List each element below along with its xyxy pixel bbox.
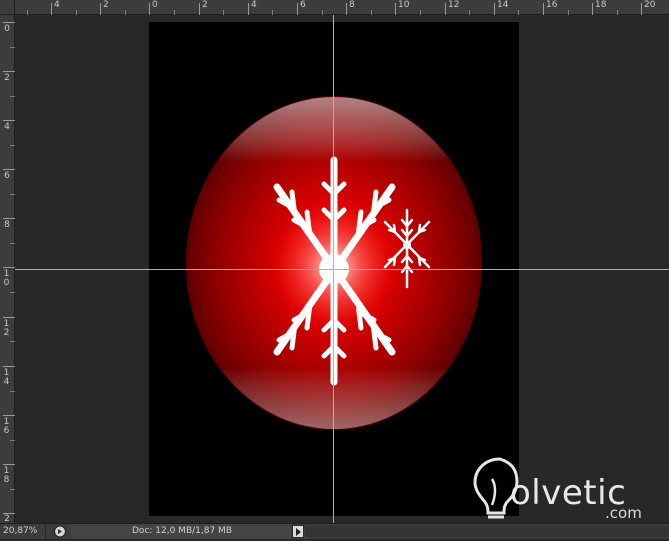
document-info: Doc: 12,0 MB/1,87 MB <box>71 524 291 539</box>
ruler-label: 4 <box>251 0 257 10</box>
zoom-level-field[interactable]: 20,87% <box>0 524 46 539</box>
vertical-ruler[interactable]: 0 2 4 6 8 10 12 14 16 18 2 <box>0 15 15 524</box>
ruler-label: 8 <box>349 0 355 10</box>
ruler-label: 14 <box>497 0 509 10</box>
ruler-label: 2 <box>202 0 208 10</box>
ruler-label: 12 <box>448 0 460 10</box>
ruler-label: 10 <box>398 0 410 10</box>
ruler-label: 6 <box>300 0 306 10</box>
ruler-label: 16 <box>3 417 10 436</box>
share-icon <box>54 525 66 538</box>
watermark-domain: .com <box>605 504 642 522</box>
canvas-workspace[interactable] <box>15 15 669 523</box>
status-bar: 20,87% Doc: 12,0 MB/1,87 MB <box>0 523 669 539</box>
ruler-label: 0 <box>152 0 158 10</box>
status-menu-button[interactable] <box>292 525 304 538</box>
ruler-label: 2 <box>103 0 109 10</box>
horizontal-guide[interactable] <box>15 269 669 270</box>
ruler-label: 4 <box>4 122 10 132</box>
ruler-origin[interactable] <box>0 0 15 15</box>
share-button[interactable] <box>53 525 67 538</box>
ruler-label: 14 <box>3 368 10 387</box>
ruler-label: 12 <box>3 319 10 338</box>
ruler-label: 0 <box>4 24 10 34</box>
ruler-label: 10 <box>3 269 10 288</box>
ruler-label: 20 <box>644 0 656 10</box>
ruler-label: 18 <box>595 0 607 10</box>
horizontal-scrollbar[interactable] <box>305 526 669 537</box>
ruler-label: 18 <box>3 466 10 485</box>
ruler-label: 8 <box>4 220 10 230</box>
horizontal-ruler[interactable]: 4 2 0 2 4 6 8 10 12 14 16 18 20 <box>0 0 669 15</box>
solvetic-watermark: olvetic .com <box>470 455 660 523</box>
ruler-label: 4 <box>54 0 60 10</box>
ruler-label: 16 <box>546 0 558 10</box>
ruler-label: 6 <box>4 171 10 181</box>
ruler-label: 2 <box>4 73 10 83</box>
horizontal-ruler-ticks <box>27 3 642 15</box>
